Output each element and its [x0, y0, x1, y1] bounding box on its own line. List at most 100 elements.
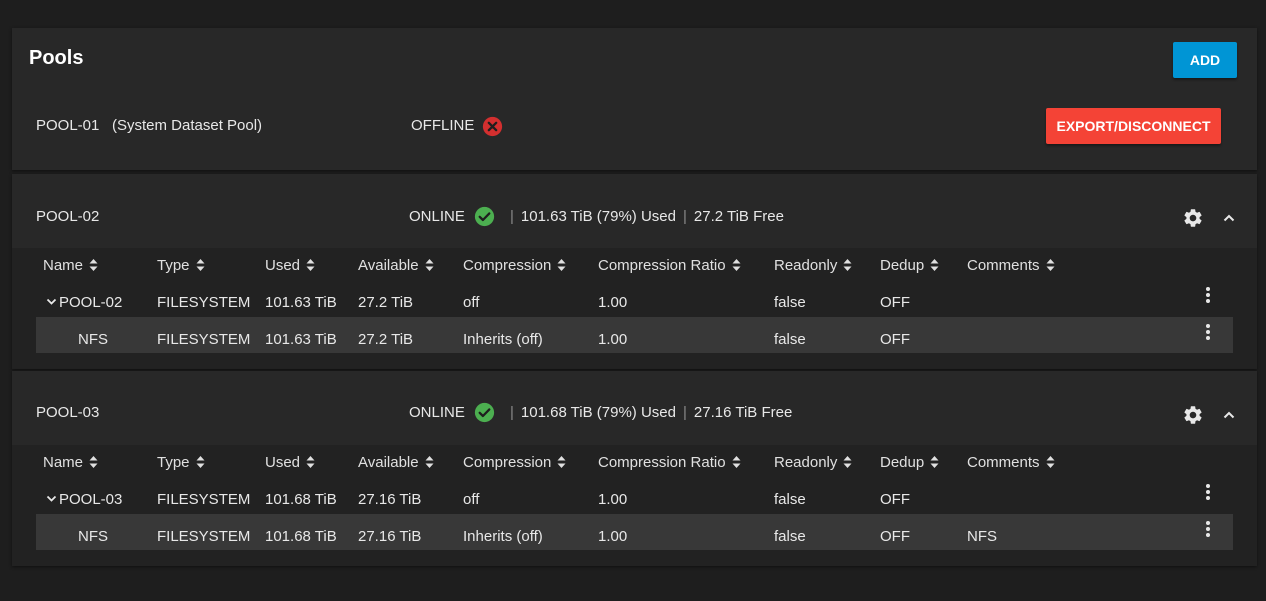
pool-free: 27.2 TiB Free	[693, 208, 784, 225]
row-type: FILESYSTEM	[157, 331, 251, 348]
row-dedup: OFF	[880, 528, 910, 545]
pool-name: POOL-02	[36, 208, 100, 225]
row-used: 101.68 TiB	[265, 491, 337, 508]
sort-icon	[843, 456, 852, 469]
column-header-readonly[interactable]: Readonly	[774, 454, 852, 471]
row-compression-ratio: 1.00	[598, 491, 628, 508]
column-header-comments[interactable]: Comments	[967, 454, 1055, 471]
sort-icon	[557, 456, 566, 469]
gear-icon[interactable]	[1182, 404, 1204, 426]
more-vert-icon[interactable]	[1205, 483, 1211, 501]
pool-stats: ONLINE	[409, 208, 465, 225]
sort-icon	[930, 259, 939, 272]
row-available: 27.2 TiB	[358, 331, 414, 348]
sort-icon	[306, 259, 315, 272]
close-circle-icon	[482, 116, 503, 137]
column-header-compression-ratio[interactable]: Compression Ratio	[598, 454, 741, 471]
column-header-dedup[interactable]: Dedup	[880, 454, 939, 471]
add-pool-button[interactable]: ADD	[1173, 42, 1237, 78]
column-header-used[interactable]: Used	[265, 257, 315, 274]
column-header-comments[interactable]: Comments	[967, 257, 1055, 274]
row-available: 27.16 TiB	[358, 491, 422, 508]
dataset-table: Name Type Used Available Compression Com…	[12, 445, 1257, 566]
row-type: FILESYSTEM	[157, 528, 251, 545]
sort-icon	[89, 456, 98, 469]
chevron-up-icon[interactable]	[1222, 408, 1236, 422]
sort-icon	[1046, 259, 1055, 272]
row-compression: off	[463, 294, 480, 311]
divider: |	[683, 208, 687, 225]
row-compression: off	[463, 491, 480, 508]
row-type: FILESYSTEM	[157, 294, 251, 311]
row-used: 101.68 TiB	[265, 528, 337, 545]
sort-icon	[1046, 456, 1055, 469]
chevron-up-icon[interactable]	[1222, 211, 1236, 225]
row-used: 101.63 TiB	[265, 331, 337, 348]
row-available: 27.2 TiB	[358, 294, 414, 311]
row-name[interactable]: POOL-03	[46, 491, 122, 508]
check-circle-icon	[474, 206, 495, 227]
page-title: Pools	[29, 47, 84, 69]
column-header-compression[interactable]: Compression	[463, 454, 566, 471]
sort-icon	[843, 259, 852, 272]
pool-used: 101.68 TiB (79%) Used	[520, 404, 676, 421]
more-vert-icon[interactable]	[1205, 520, 1211, 538]
row-compression-ratio: 1.00	[598, 528, 628, 545]
more-vert-icon[interactable]	[1205, 286, 1211, 304]
column-header-compression-ratio[interactable]: Compression Ratio	[598, 257, 741, 274]
row-type: FILESYSTEM	[157, 491, 251, 508]
divider: |	[510, 208, 514, 225]
row-readonly: false	[774, 331, 806, 348]
gear-icon[interactable]	[1182, 207, 1204, 229]
pool-card: POOL-03 ONLINE | 101.68 TiB (79%) Used | 27…	[12, 371, 1257, 566]
chevron-down-icon[interactable]	[46, 296, 57, 307]
column-header-name[interactable]: Name	[43, 257, 98, 274]
sort-icon	[89, 259, 98, 272]
row-available: 27.16 TiB	[358, 528, 422, 545]
column-header-readonly[interactable]: Readonly	[774, 257, 852, 274]
row-used: 101.63 TiB	[265, 294, 337, 311]
column-header-available[interactable]: Available	[358, 257, 434, 274]
row-name[interactable]: POOL-02	[46, 294, 122, 311]
column-header-compression[interactable]: Compression	[463, 257, 566, 274]
row-name: NFS	[78, 528, 108, 545]
sort-icon	[196, 456, 205, 469]
row-comments: NFS	[967, 528, 997, 545]
sort-icon	[196, 259, 205, 272]
chevron-down-icon[interactable]	[46, 493, 57, 504]
pool-usage: | 101.63 TiB (79%) Used | 27.2 TiB Free	[503, 208, 784, 225]
sort-icon	[930, 456, 939, 469]
row-readonly: false	[774, 491, 806, 508]
pool-status: OFFLINE	[411, 117, 475, 134]
row-compression-ratio: 1.00	[598, 331, 628, 348]
row-dedup: OFF	[880, 331, 910, 348]
pool-note: (System Dataset Pool)	[112, 117, 263, 134]
dataset-table: Name Type Used Available Compression Com…	[12, 248, 1257, 369]
pool-status: ONLINE	[409, 208, 465, 225]
pool-card: POOL-02 ONLINE | 101.63 TiB (79%) Used | 27…	[12, 174, 1257, 369]
sort-icon	[557, 259, 566, 272]
row-readonly: false	[774, 528, 806, 545]
column-header-type[interactable]: Type	[157, 454, 205, 471]
pool-used: 101.63 TiB (79%) Used	[520, 208, 676, 225]
sort-icon	[425, 456, 434, 469]
pool-status: ONLINE	[409, 404, 465, 421]
pool-name: POOL-03	[36, 404, 100, 421]
row-readonly: false	[774, 294, 806, 311]
row-compression: Inherits (off)	[463, 331, 543, 348]
column-header-name[interactable]: Name	[43, 454, 98, 471]
sort-icon	[425, 259, 434, 272]
sort-icon	[306, 456, 315, 469]
row-dedup: OFF	[880, 294, 910, 311]
row-name: NFS	[78, 331, 108, 348]
column-header-type[interactable]: Type	[157, 257, 205, 274]
column-header-available[interactable]: Available	[358, 454, 434, 471]
pool-name: POOL-01	[36, 117, 100, 134]
column-header-dedup[interactable]: Dedup	[880, 257, 939, 274]
export-disconnect-button[interactable]: EXPORT/DISCONNECT	[1046, 108, 1221, 144]
divider: |	[683, 404, 687, 421]
sort-icon	[732, 259, 741, 272]
column-header-used[interactable]: Used	[265, 454, 315, 471]
pool-usage: | 101.68 TiB (79%) Used | 27.16 TiB Free	[503, 404, 792, 421]
more-vert-icon[interactable]	[1205, 323, 1211, 341]
